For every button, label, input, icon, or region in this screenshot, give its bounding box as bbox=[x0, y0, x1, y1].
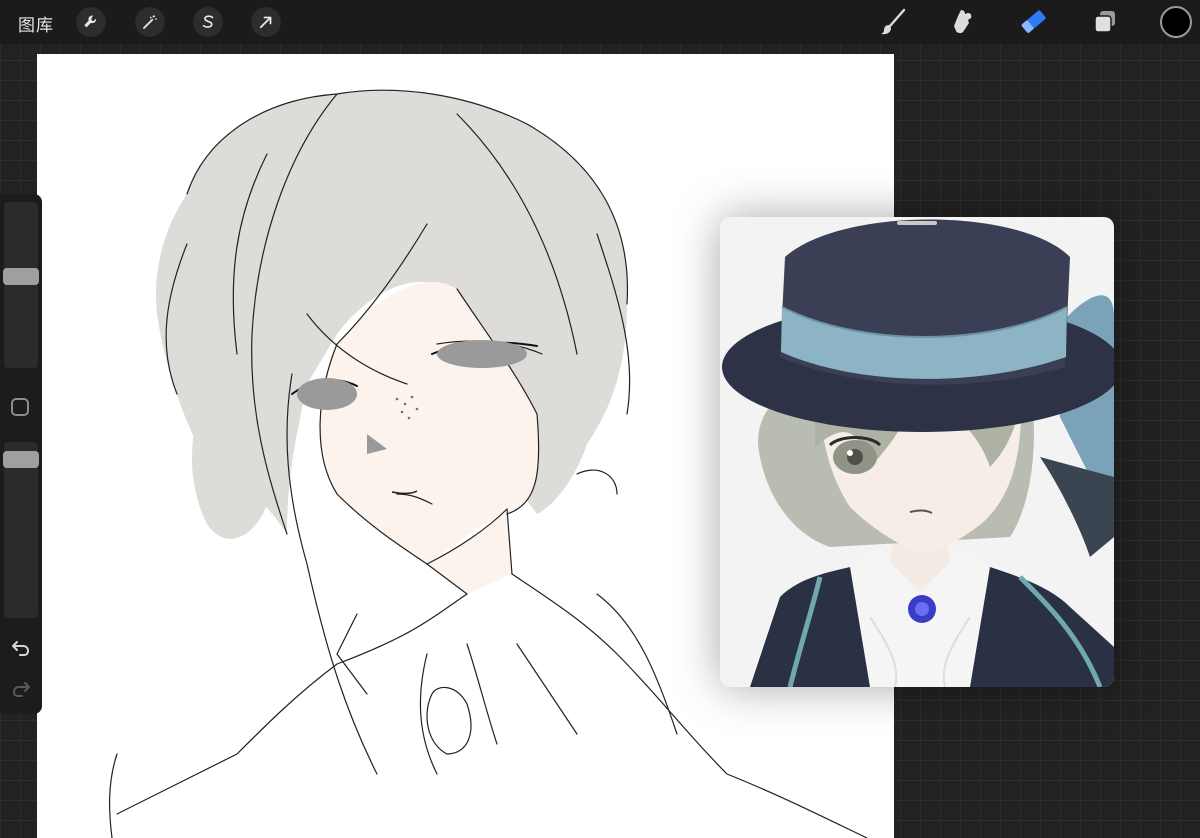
undo-icon[interactable] bbox=[9, 636, 33, 660]
brush-size-slider[interactable] bbox=[4, 202, 38, 368]
redo-icon[interactable] bbox=[9, 677, 33, 701]
top-toolbar: 图库 bbox=[0, 0, 1200, 44]
wrench-icon[interactable] bbox=[76, 7, 106, 37]
opacity-slider[interactable] bbox=[4, 442, 38, 618]
magic-wand-icon[interactable] bbox=[135, 7, 165, 37]
reference-window[interactable] bbox=[720, 217, 1114, 687]
brush-size-thumb[interactable] bbox=[3, 268, 39, 285]
layers-icon[interactable] bbox=[1089, 6, 1121, 38]
brush-icon[interactable] bbox=[877, 6, 909, 38]
modifier-button[interactable] bbox=[11, 398, 29, 416]
opacity-thumb[interactable] bbox=[3, 451, 39, 468]
gallery-button[interactable]: 图库 bbox=[18, 11, 54, 36]
reference-drag-handle[interactable] bbox=[897, 221, 937, 225]
smudge-finger-icon[interactable] bbox=[948, 6, 980, 38]
character-reference-image bbox=[722, 219, 1114, 687]
arrow-cursor-icon[interactable] bbox=[251, 7, 281, 37]
left-sidebar bbox=[0, 194, 42, 714]
selection-s-icon[interactable] bbox=[193, 7, 223, 37]
eraser-icon[interactable] bbox=[1018, 6, 1050, 38]
color-picker-button[interactable] bbox=[1160, 6, 1192, 38]
